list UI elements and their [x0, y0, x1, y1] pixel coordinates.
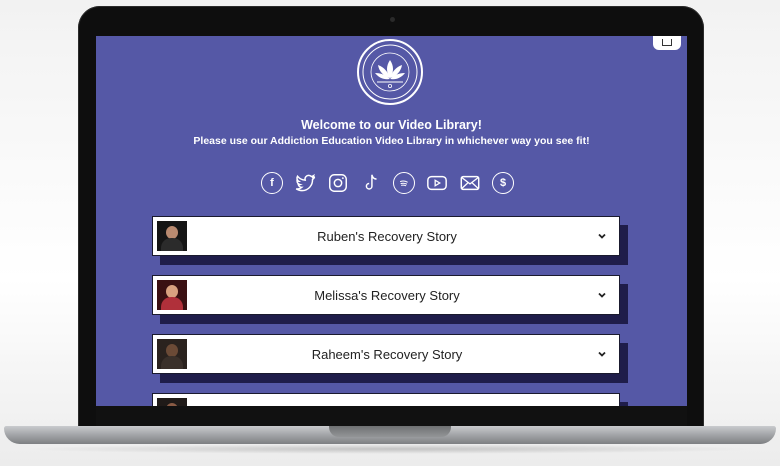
youtube-icon[interactable]: [426, 172, 448, 194]
tiktok-icon[interactable]: [360, 172, 382, 194]
video-card[interactable]: Raheem's Recovery Story: [152, 334, 620, 374]
page-title: Welcome to our Video Library!: [301, 118, 482, 132]
share-icon: [662, 38, 672, 46]
donate-icon[interactable]: $: [492, 172, 514, 194]
lotus-icon: [362, 44, 418, 100]
base-shadow: [20, 444, 760, 454]
video-title: Raheem's Recovery Story: [311, 347, 463, 362]
page-subtitle: Please use our Addiction Education Video…: [193, 135, 590, 147]
share-button[interactable]: [653, 36, 681, 50]
twitter-icon[interactable]: [294, 172, 316, 194]
video-list: Ruben's Recovery Story Melissa's Recover…: [152, 216, 628, 406]
laptop-notch: [329, 426, 451, 437]
chevron-down-icon[interactable]: [597, 290, 607, 300]
chevron-down-icon[interactable]: [597, 231, 607, 241]
video-card[interactable]: [152, 393, 620, 406]
video-title: Ruben's Recovery Story: [317, 229, 457, 244]
bottom-bezel: [96, 406, 687, 428]
email-icon[interactable]: [459, 172, 481, 194]
alumni-logo: [357, 39, 423, 105]
facebook-icon[interactable]: f: [261, 172, 283, 194]
webcam: [390, 17, 395, 22]
video-card[interactable]: Ruben's Recovery Story: [152, 216, 620, 256]
instagram-icon[interactable]: [327, 172, 349, 194]
video-item-partial[interactable]: [152, 393, 628, 406]
spotify-icon[interactable]: [393, 172, 415, 194]
video-title: Melissa's Recovery Story: [314, 288, 460, 303]
screen: Welcome to our Video Library! Please use…: [96, 36, 687, 406]
video-title: [153, 394, 621, 406]
social-links: f $: [261, 172, 514, 194]
video-item-raheem[interactable]: Raheem's Recovery Story: [152, 334, 628, 383]
video-card[interactable]: Melissa's Recovery Story: [152, 275, 620, 315]
chevron-down-icon[interactable]: [597, 349, 607, 359]
video-item-ruben[interactable]: Ruben's Recovery Story: [152, 216, 628, 265]
video-item-melissa[interactable]: Melissa's Recovery Story: [152, 275, 628, 324]
